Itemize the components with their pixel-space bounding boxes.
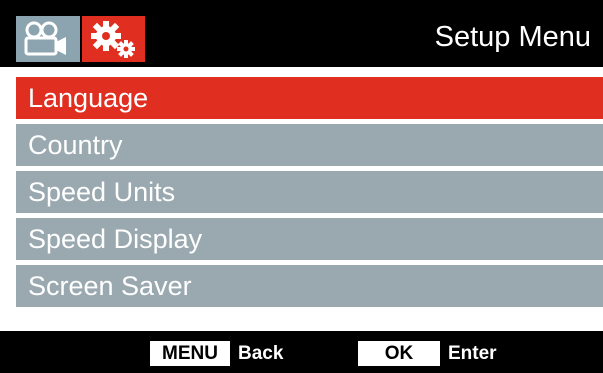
back-label: Back [238, 343, 284, 364]
page-title: Setup Menu [434, 21, 591, 53]
header-bar: Setup Menu [0, 0, 603, 67]
tab-video[interactable] [16, 16, 80, 62]
footer-bar: MENU Back OK Enter [0, 331, 603, 373]
menu-key-button[interactable]: MENU [150, 341, 230, 366]
enter-label: Enter [448, 343, 497, 364]
menu-item-speed-display[interactable]: Speed Display [16, 218, 603, 260]
menu-item-language[interactable]: Language [16, 77, 603, 119]
dashcam-setup-screen: Setup Menu Language Country Speed Units … [0, 0, 603, 373]
gears-icon [82, 16, 145, 62]
menu-item-country[interactable]: Country [16, 124, 603, 166]
header-separator [0, 67, 603, 75]
video-camera-icon [16, 16, 80, 62]
menu-item-screen-saver[interactable]: Screen Saver [16, 265, 603, 307]
ok-key-button[interactable]: OK [358, 341, 440, 366]
setup-menu-list: Language Country Speed Units Speed Displ… [16, 77, 603, 312]
menu-item-speed-units[interactable]: Speed Units [16, 171, 603, 213]
tab-setup[interactable] [82, 16, 145, 62]
